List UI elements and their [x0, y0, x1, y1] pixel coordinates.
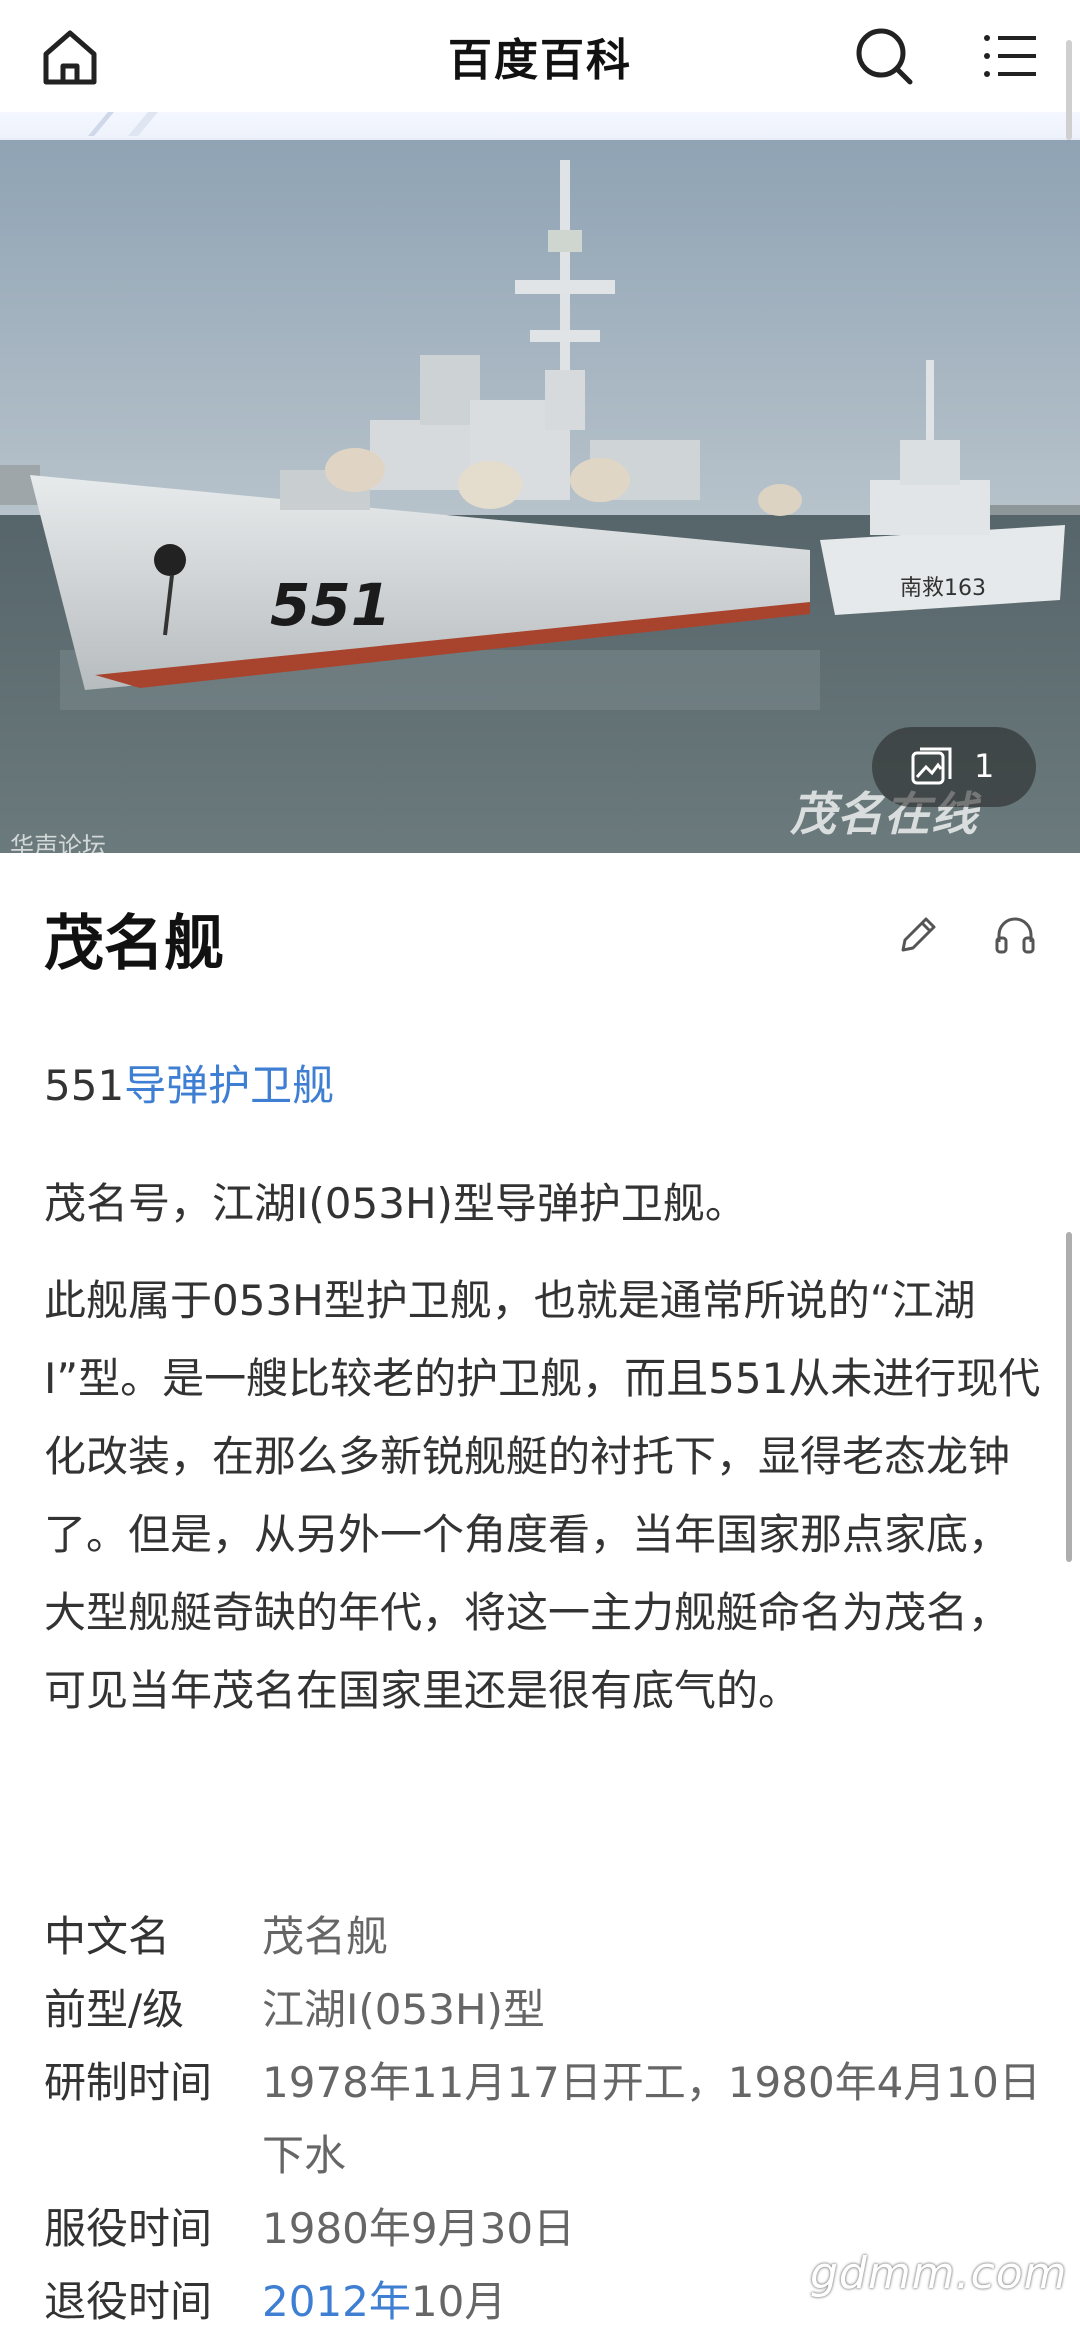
entry-subtitle: 551导弹护卫舰	[44, 1052, 334, 1113]
edit-icon[interactable]	[893, 910, 943, 964]
headphones-icon[interactable]	[990, 910, 1040, 964]
info-key: 退役时间	[44, 2277, 213, 2326]
entry-summary: 茂名号，江湖I(053H)型导弹护卫舰。	[44, 1179, 747, 1228]
top-bar: 百度百科	[0, 0, 1080, 112]
scrollbar[interactable]	[1066, 1232, 1072, 1562]
info-key: 中文名	[44, 1912, 171, 1961]
photo-count: 1	[974, 747, 995, 785]
subtitle-prefix: 551	[44, 1061, 125, 1110]
search-icon[interactable]	[850, 22, 918, 90]
info-key: 服役时间	[44, 2204, 213, 2253]
info-row: 前型/级 江湖I(053H)型	[44, 1973, 1044, 2046]
entry-paragraph: 此舰属于053H型护卫舰，也就是通常所说的“江湖I”型。是一艘比较老的护卫舰，而…	[44, 1276, 1041, 1715]
info-value: 茂名舰	[262, 1912, 389, 1961]
info-value: 江湖I(053H)型	[262, 1985, 545, 2034]
retire-month: 10月	[410, 2277, 507, 2326]
app-title: 百度百科	[448, 35, 632, 86]
menu-icon[interactable]	[976, 22, 1044, 90]
decorative-strip-mark	[88, 112, 158, 136]
svg-text:551: 551	[270, 571, 391, 639]
photo-corner-watermark: 华声论坛	[10, 832, 106, 860]
info-row: 中文名 茂名舰	[44, 1900, 1044, 1973]
site-watermark: gdmm.com	[810, 2248, 1068, 2299]
info-key: 前型/级	[44, 1985, 185, 2034]
info-value: 1978年11月17日开工，1980年4月10日下水	[262, 2058, 1041, 2180]
album-icon	[911, 747, 952, 785]
top-scroll-indicator	[1066, 40, 1072, 140]
svg-text:南救163: 南救163	[900, 576, 986, 601]
entry-title: 茂名舰	[44, 909, 224, 979]
info-row: 研制时间 1978年11月17日开工，1980年4月10日下水	[44, 2046, 1044, 2192]
subtitle-link[interactable]: 导弹护卫舰	[124, 1061, 334, 1110]
info-key: 研制时间	[44, 2058, 213, 2107]
album-count-badge[interactable]: 1	[872, 727, 1036, 807]
retire-year-link[interactable]: 2012年	[262, 2277, 411, 2326]
